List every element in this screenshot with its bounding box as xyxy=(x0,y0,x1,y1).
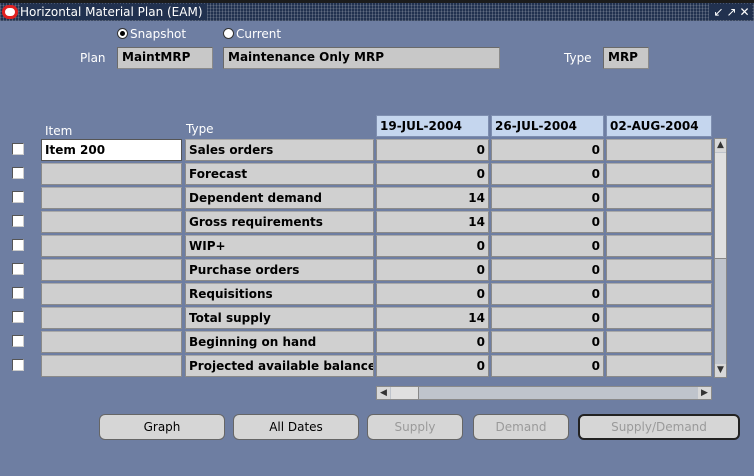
demand-button[interactable]: Demand xyxy=(473,414,569,440)
vertical-scroll-thumb[interactable] xyxy=(715,153,726,259)
value-cell[interactable] xyxy=(606,211,712,233)
window-controls: ↙↗✕ xyxy=(709,4,752,20)
value-cell[interactable]: 0 xyxy=(491,259,604,281)
item-field[interactable] xyxy=(41,283,182,305)
type-cell: Gross requirements xyxy=(185,211,374,233)
maximize-icon[interactable]: ↗ xyxy=(726,4,739,20)
value-cell[interactable] xyxy=(606,139,712,161)
value-cell[interactable]: 0 xyxy=(491,163,604,185)
value-cell[interactable] xyxy=(606,187,712,209)
scroll-left-icon[interactable]: ◀ xyxy=(377,387,390,399)
value-cell[interactable]: 0 xyxy=(376,163,489,185)
horizontal-scroll-thumb[interactable] xyxy=(391,387,419,399)
row-select-checkbox[interactable] xyxy=(12,143,24,155)
value-cell[interactable] xyxy=(606,283,712,305)
radio-snapshot[interactable]: Snapshot xyxy=(117,26,186,42)
scroll-down-icon[interactable]: ▼ xyxy=(715,364,726,377)
item-field[interactable]: Item 200 xyxy=(41,139,182,161)
value-cell[interactable] xyxy=(606,163,712,185)
date-header-3: 02-AUG-2004 xyxy=(606,115,712,137)
type-cell: Total supply xyxy=(185,307,374,329)
item-field[interactable] xyxy=(41,235,182,257)
row-select-checkbox[interactable] xyxy=(12,263,24,275)
row-select-checkbox[interactable] xyxy=(12,239,24,251)
value-cell[interactable]: 0 xyxy=(376,283,489,305)
oracle-logo-icon xyxy=(2,5,18,19)
value-cell[interactable]: 0 xyxy=(491,331,604,353)
value-cell[interactable] xyxy=(606,355,712,377)
item-column-header: Item xyxy=(45,124,73,138)
value-cell[interactable]: 0 xyxy=(491,283,604,305)
row-select-checkbox[interactable] xyxy=(12,359,24,371)
horizontal-scrollbar[interactable]: ◀ ▶ xyxy=(376,386,712,400)
radio-current-label: Current xyxy=(236,27,282,41)
item-field[interactable] xyxy=(41,187,182,209)
item-field[interactable] xyxy=(41,307,182,329)
date-header-1: 19-JUL-2004 xyxy=(376,115,489,137)
type-cell: Beginning on hand xyxy=(185,331,374,353)
value-cell[interactable]: 0 xyxy=(491,355,604,377)
type-cell: Requisitions xyxy=(185,283,374,305)
radio-selected-icon[interactable] xyxy=(117,28,128,39)
value-cell[interactable]: 14 xyxy=(376,307,489,329)
scroll-up-icon[interactable]: ▲ xyxy=(715,139,726,152)
value-cell[interactable]: 0 xyxy=(491,187,604,209)
value-cell[interactable] xyxy=(606,259,712,281)
row-select-checkbox[interactable] xyxy=(12,167,24,179)
value-cell[interactable]: 0 xyxy=(491,307,604,329)
type-column-header: Type xyxy=(186,122,214,136)
date-header-2: 26-JUL-2004 xyxy=(491,115,604,137)
type-label: Type xyxy=(564,51,592,65)
value-cell[interactable] xyxy=(606,331,712,353)
value-cell[interactable]: 0 xyxy=(376,355,489,377)
type-cell: Projected available balance xyxy=(185,355,374,377)
type-cell: Forecast xyxy=(185,163,374,185)
plan-field[interactable]: MaintMRP xyxy=(117,47,213,69)
value-cell[interactable]: 0 xyxy=(491,211,604,233)
type-cell: Sales orders xyxy=(185,139,374,161)
item-field[interactable] xyxy=(41,211,182,233)
value-cell[interactable]: 0 xyxy=(376,259,489,281)
supply-button[interactable]: Supply xyxy=(367,414,463,440)
item-field[interactable] xyxy=(41,331,182,353)
supply-demand-button[interactable]: Supply/Demand xyxy=(578,414,740,440)
radio-snapshot-label: Snapshot xyxy=(130,27,187,41)
row-select-checkbox[interactable] xyxy=(12,311,24,323)
value-cell[interactable]: 0 xyxy=(491,139,604,161)
row-select-checkbox[interactable] xyxy=(12,191,24,203)
type-field[interactable]: MRP xyxy=(603,47,649,69)
radio-current[interactable]: Current xyxy=(223,26,281,42)
item-field[interactable] xyxy=(41,355,182,377)
item-field[interactable] xyxy=(41,163,182,185)
plan-description-field[interactable]: Maintenance Only MRP xyxy=(223,47,500,69)
value-cell[interactable]: 0 xyxy=(376,139,489,161)
value-cell[interactable]: 0 xyxy=(376,331,489,353)
row-select-checkbox[interactable] xyxy=(12,287,24,299)
value-cell[interactable] xyxy=(606,307,712,329)
type-cell: Purchase orders xyxy=(185,259,374,281)
graph-button[interactable]: Graph xyxy=(99,414,225,440)
item-field[interactable] xyxy=(41,259,182,281)
window-title: Horizontal Material Plan (EAM) xyxy=(20,4,207,20)
radio-unselected-icon[interactable] xyxy=(223,28,234,39)
all-dates-button[interactable]: All Dates xyxy=(233,414,359,440)
value-cell[interactable]: 14 xyxy=(376,187,489,209)
minimize-icon[interactable]: ↙ xyxy=(713,4,726,20)
vertical-scrollbar[interactable]: ▲ ▼ xyxy=(714,138,727,378)
window-titlebar[interactable]: Horizontal Material Plan (EAM) ↙↗✕ xyxy=(0,3,754,21)
value-cell[interactable]: 0 xyxy=(376,235,489,257)
value-cell[interactable]: 0 xyxy=(491,235,604,257)
scroll-right-icon[interactable]: ▶ xyxy=(698,387,711,399)
row-select-checkbox[interactable] xyxy=(12,335,24,347)
type-cell: Dependent demand xyxy=(185,187,374,209)
plan-label: Plan xyxy=(80,51,106,65)
row-select-checkbox[interactable] xyxy=(12,215,24,227)
close-icon[interactable]: ✕ xyxy=(739,4,752,20)
value-cell[interactable]: 14 xyxy=(376,211,489,233)
type-cell: WIP+ xyxy=(185,235,374,257)
value-cell[interactable] xyxy=(606,235,712,257)
